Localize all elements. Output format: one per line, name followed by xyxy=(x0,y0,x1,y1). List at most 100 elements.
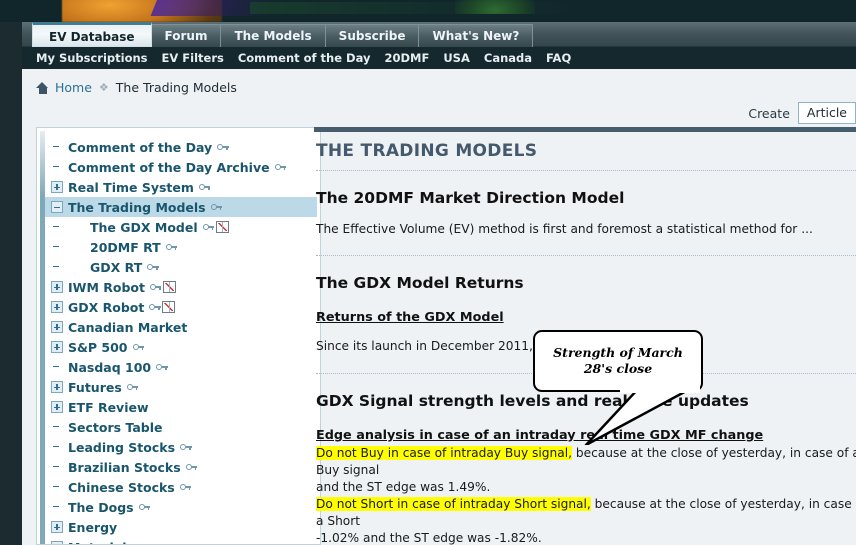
key-icon xyxy=(149,283,162,292)
section-20dmf-heading: The 20DMF Market Direction Model xyxy=(316,189,625,207)
tab-forum[interactable]: Forum xyxy=(150,24,222,47)
subnav-item-comment-of-the-day[interactable]: Comment of the Day xyxy=(238,51,371,65)
tree-spacer xyxy=(51,421,63,433)
key-icon xyxy=(217,143,229,152)
key-icon xyxy=(180,443,192,452)
sidebar-item-iwm-robot[interactable]: IWM Robot xyxy=(45,277,317,297)
sidebar-item-comment-of-the-day[interactable]: Comment of the Day xyxy=(45,137,317,157)
sidebar-item-label: The GDX Model xyxy=(90,219,198,235)
expand-plus-icon[interactable] xyxy=(51,281,63,293)
expand-plus-icon[interactable] xyxy=(51,381,63,393)
subnav-item-faq[interactable]: FAQ xyxy=(546,51,571,65)
sidebar-item-content: S&P 500 xyxy=(68,337,145,358)
tab-the-models[interactable]: The Models xyxy=(220,24,326,47)
sidebar-item-brazilian-stocks[interactable]: Brazilian Stocks xyxy=(45,457,317,477)
sidebar-item-the-dogs[interactable]: The Dogs xyxy=(45,497,317,517)
expand-plus-icon[interactable] xyxy=(51,401,63,413)
sidebar-item-real-time-system[interactable]: Real Time System xyxy=(45,177,317,197)
edge-line-2: Do not Short in case of intraday Short s… xyxy=(316,496,856,530)
expand-plus-icon[interactable] xyxy=(51,541,63,544)
subnav-item-20dmf[interactable]: 20DMF xyxy=(384,51,429,65)
sidebar-item-content: Materials xyxy=(68,537,134,545)
sidebar-item-materials[interactable]: Materials xyxy=(45,537,317,544)
key-icon xyxy=(202,223,215,232)
sidebar-item-nasdaq-100[interactable]: Nasdaq 100 xyxy=(45,357,317,377)
sidebar-scroll-region[interactable]: Comment of the Day Comment of the Day Arc… xyxy=(40,131,317,544)
expand-plus-icon[interactable] xyxy=(51,341,63,353)
key-icon xyxy=(147,263,159,272)
breadcrumb-home-link[interactable]: Home xyxy=(55,80,92,95)
sidebar-item-content: GDX RT xyxy=(90,257,159,278)
sidebar-item-label: S&P 500 xyxy=(68,339,128,355)
sidebar-item-sectors-table[interactable]: Sectors Table xyxy=(45,417,317,437)
sidebar-item-label: Comment of the Day xyxy=(68,139,213,155)
subnav-item-ev-filters[interactable]: EV Filters xyxy=(162,51,224,65)
key-icon xyxy=(179,483,192,492)
create-type-select[interactable]: Article xyxy=(797,102,856,124)
sidebar-item-content: Sectors Table xyxy=(68,417,162,438)
section-gdx-returns-heading: The GDX Model Returns xyxy=(316,274,524,293)
sidebar-item-content: Comment of the Day Archive xyxy=(68,157,287,178)
divider xyxy=(316,255,856,257)
sidebar-item-comment-of-the-day-archive[interactable]: Comment of the Day Archive xyxy=(45,157,317,177)
collapse-minus-icon[interactable] xyxy=(51,201,63,213)
sidebar-item-gdx-robot[interactable]: GDX Robot xyxy=(45,297,317,317)
subnav-item-my-subscriptions[interactable]: My Subscriptions xyxy=(36,51,148,65)
key-icon xyxy=(156,363,168,372)
tab-what-s-new[interactable]: What's New? xyxy=(418,24,534,47)
sidebar-item-the-trading-models[interactable]: The Trading Models xyxy=(45,197,317,217)
sidebar-item-20dmf-rt[interactable]: 20DMF RT xyxy=(45,237,317,257)
key-icon xyxy=(149,303,161,312)
edge-line-1: Do not Buy in case of intraday Buy signa… xyxy=(316,445,856,479)
sidebar-item-the-gdx-model[interactable]: The GDX Model xyxy=(45,217,317,237)
sidebar-item-s-p-500[interactable]: S&P 500 xyxy=(45,337,317,357)
edge-analysis-body: Do not Buy in case of intraday Buy signa… xyxy=(316,445,856,545)
tree-spacer xyxy=(51,141,63,153)
sidebar-item-content: Nasdaq 100 xyxy=(68,357,168,378)
chart-icon xyxy=(162,281,176,293)
sub-navigation-bar: My Subscriptions EV Filters Comment of the… xyxy=(22,47,856,69)
sidebar-item-chinese-stocks[interactable]: Chinese Stocks xyxy=(45,477,317,497)
create-area: Create Article xyxy=(748,102,856,124)
tree-spacer xyxy=(51,361,63,373)
callout-bubble: Strength of March 28's close xyxy=(533,330,703,392)
sidebar-item-content: Brazilian Stocks xyxy=(68,457,198,478)
tree-spacer xyxy=(51,261,63,273)
sidebar-item-gdx-rt[interactable]: GDX RT xyxy=(45,257,317,277)
expand-plus-icon[interactable] xyxy=(51,181,63,193)
callout-text: Strength of March 28's close xyxy=(553,344,683,376)
key-icon xyxy=(138,503,151,512)
expand-plus-icon[interactable] xyxy=(51,301,63,313)
sidebar-item-label: Chinese Stocks xyxy=(68,479,175,495)
breadcrumb-separator-icon: ❖ xyxy=(98,81,109,94)
sidebar-item-content: Futures xyxy=(68,377,139,398)
sidebar-item-content: 20DMF RT xyxy=(90,237,178,258)
sidebar-item-label: IWM Robot xyxy=(68,279,145,295)
returns-of-the-gdx-model-link[interactable]: Returns of the GDX Model xyxy=(316,310,504,325)
sidebar-item-futures[interactable]: Futures xyxy=(45,377,317,397)
sidebar-tree: Comment of the Day Comment of the Day Arc… xyxy=(45,131,317,544)
tree-spacer xyxy=(51,241,63,253)
sidebar-item-label: The Dogs xyxy=(68,499,134,515)
tab-subscribe[interactable]: Subscribe xyxy=(324,24,420,47)
sidebar-item-energy[interactable]: Energy xyxy=(45,517,317,537)
subnav-item-usa[interactable]: USA xyxy=(443,51,470,65)
subnav-item-canada[interactable]: Canada xyxy=(484,51,532,65)
sidebar-item-canadian-market[interactable]: Canadian Market xyxy=(45,317,317,337)
sidebar-item-content: The Trading Models xyxy=(68,197,223,218)
page-body: Home ❖ The Trading Models Create Article… xyxy=(22,69,856,545)
expand-plus-icon[interactable] xyxy=(51,521,63,533)
tree-spacer xyxy=(51,221,63,233)
key-icon xyxy=(198,183,211,192)
sidebar-item-content: Real Time System xyxy=(68,177,211,198)
sidebar-item-content: Leading Stocks xyxy=(68,437,192,458)
sidebar-item-content: Chinese Stocks xyxy=(68,477,192,498)
sidebar-item-etf-review[interactable]: ETF Review xyxy=(45,397,317,417)
sidebar-item-content: IWM Robot xyxy=(68,277,176,298)
expand-plus-icon[interactable] xyxy=(51,321,63,333)
sidebar-item-content: Comment of the Day xyxy=(68,137,229,158)
chart-icon xyxy=(215,221,229,233)
create-label: Create xyxy=(748,105,790,121)
tab-ev-database[interactable]: EV Database xyxy=(32,22,152,47)
sidebar-item-leading-stocks[interactable]: Leading Stocks xyxy=(45,437,317,457)
